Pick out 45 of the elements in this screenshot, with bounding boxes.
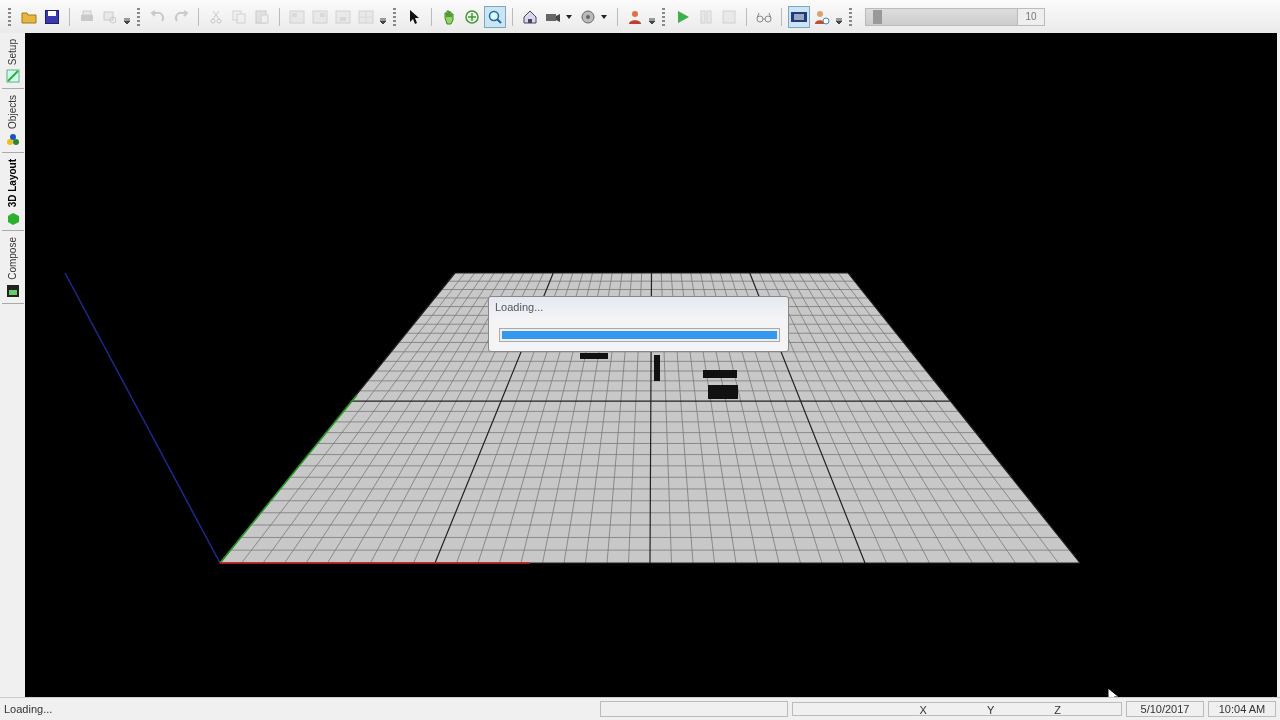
- status-time: 10:04 AM: [1208, 701, 1276, 717]
- person-icon: [814, 8, 830, 25]
- status-message: Loading...: [4, 703, 54, 715]
- zoom-button[interactable]: [484, 5, 506, 28]
- scissors-icon: [208, 8, 224, 25]
- overflow-caret-icon[interactable]: [836, 16, 842, 25]
- clipboard-icon: [254, 8, 270, 25]
- dropdown-caret-icon[interactable]: [566, 14, 572, 19]
- layout-icon: [312, 8, 328, 25]
- toolbar-grip[interactable]: [662, 7, 665, 26]
- film-button[interactable]: [788, 5, 810, 28]
- dropdown-caret-icon[interactable]: [601, 14, 607, 19]
- slider-track[interactable]: 10: [865, 7, 1045, 26]
- side-tab[interactable]: 3D Layout: [1, 153, 24, 232]
- toolbar-grip[interactable]: [393, 7, 396, 26]
- side-tab[interactable]: Compose: [1, 231, 24, 305]
- layout-icon: [289, 8, 305, 25]
- overflow-caret-icon[interactable]: [124, 16, 130, 25]
- status-date: 5/10/2017: [1126, 701, 1204, 717]
- overflow-caret-icon[interactable]: [380, 16, 386, 25]
- axis-label: Z: [1054, 703, 1061, 715]
- layout-icon: [358, 8, 374, 25]
- copy-icon: [231, 8, 247, 25]
- slider-thumb[interactable]: [872, 9, 882, 24]
- pause-icon: [698, 8, 714, 25]
- toolbar-grip[interactable]: [849, 7, 852, 26]
- 3d-viewport[interactable]: Loading...: [25, 33, 1277, 697]
- axis-label: X: [919, 703, 927, 715]
- dialog-title: Loading...: [494, 300, 545, 315]
- zoom-icon: [487, 8, 503, 25]
- shapes-icon: [5, 133, 20, 148]
- layout-icon: [335, 8, 351, 25]
- cube-icon: [5, 211, 20, 226]
- overflow-caret-icon[interactable]: [649, 16, 655, 25]
- side-tab[interactable]: Objects: [1, 89, 24, 154]
- stop-icon: [721, 8, 737, 25]
- side-tab[interactable]: Setup: [1, 33, 24, 90]
- play-icon: [675, 8, 691, 25]
- axis-label: Y: [986, 703, 995, 715]
- print-preview-icon: [102, 8, 118, 25]
- person-icon: [627, 8, 643, 25]
- toolbar-grip[interactable]: [137, 7, 140, 26]
- toolbar-grip[interactable]: [8, 7, 11, 26]
- house-icon: [522, 8, 538, 25]
- slider-value: 10: [1017, 8, 1044, 25]
